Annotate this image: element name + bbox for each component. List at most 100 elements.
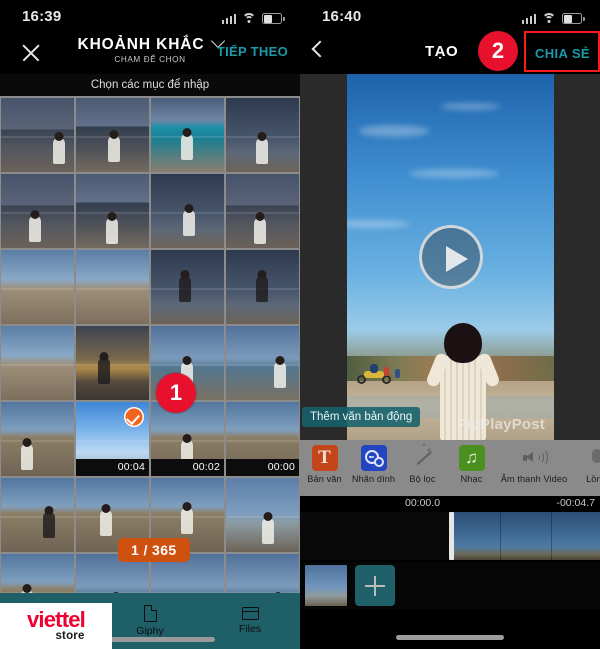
selection-hint: Chọn các mục để nhập	[0, 74, 300, 96]
photo-cell[interactable]	[226, 174, 299, 248]
photo-thumbnail	[76, 326, 149, 400]
battery-icon	[262, 13, 285, 24]
photo-thumbnail	[226, 554, 299, 593]
close-icon[interactable]	[18, 40, 44, 66]
tool-sticker[interactable]: Nhãn dính	[349, 440, 398, 484]
cellular-bars-icon	[221, 13, 236, 24]
photo-cell[interactable]	[1, 250, 74, 324]
viettel-brand-text: viettel	[27, 606, 86, 632]
horizon-line	[1, 364, 74, 367]
photo-subject	[262, 518, 274, 544]
tab-files[interactable]: Files	[200, 593, 300, 649]
horizon-line	[1, 288, 74, 291]
photo-cell-selected[interactable]: 00:04	[76, 402, 149, 476]
wifi-icon	[542, 13, 556, 24]
video-audio-icon	[521, 445, 548, 471]
folder-icon	[241, 607, 259, 620]
tool-text-label: Bản văn	[307, 474, 342, 484]
tool-music-label: Nhạc	[460, 474, 483, 484]
clip-thumbnail[interactable]	[305, 565, 347, 606]
step-marker-2: 2	[478, 31, 518, 71]
photo-cell[interactable]	[1, 554, 74, 593]
viettel-store-logo: viettel store	[0, 603, 112, 649]
left-phone-screen: 16:39 KHOẢNH KHẮC CHẠM ĐỂ CHỌN TIẾP THEO…	[0, 0, 300, 649]
photo-thumbnail	[76, 250, 149, 324]
photo-cell[interactable]	[226, 250, 299, 324]
photo-thumbnail	[1, 250, 74, 324]
photo-cell[interactable]	[151, 98, 224, 172]
tool-text[interactable]: Bản văn	[300, 440, 349, 484]
photo-cell[interactable]	[226, 326, 299, 400]
video-preview-stage: PicPlayPost Thêm văn bản động	[300, 74, 600, 440]
plus-icon[interactable]	[355, 565, 395, 606]
photo-subject	[183, 210, 195, 236]
photo-cell[interactable]	[76, 174, 149, 248]
photo-thumbnail	[1, 326, 74, 400]
photo-cell[interactable]: 00:02	[151, 402, 224, 476]
photo-duration-label: 00:00	[226, 459, 299, 476]
horizon-line	[76, 440, 149, 443]
share-button[interactable]: CHIA SẺ	[535, 46, 590, 61]
horizon-line	[76, 288, 149, 291]
timeline-filmstrip[interactable]	[450, 512, 600, 560]
photo-cell[interactable]	[1, 478, 74, 552]
photo-subject	[274, 362, 286, 388]
photo-subject	[43, 512, 55, 538]
left-status-bar: 16:39	[0, 0, 300, 34]
cellular-bars-icon	[521, 13, 536, 24]
horizon-line	[76, 516, 149, 519]
photo-subject	[100, 510, 112, 536]
playhead-handle-icon[interactable]	[449, 512, 454, 560]
photo-cell[interactable]	[1, 402, 74, 476]
tool-video-audio[interactable]: Âm thanh Video	[496, 440, 572, 484]
photo-subject	[179, 276, 191, 302]
play-circle-icon[interactable]	[418, 225, 483, 289]
photo-cell[interactable]	[151, 250, 224, 324]
photo-grid[interactable]: 00:04 00:02 00:00	[0, 96, 300, 593]
photo-cell[interactable]	[226, 554, 299, 593]
left-navigation-bar: KHOẢNH KHẮC CHẠM ĐỂ CHỌN TIẾP THEO	[0, 33, 300, 74]
photo-duration-label: 00:02	[151, 459, 224, 476]
status-icon-group	[221, 10, 285, 24]
horizon-line	[226, 364, 299, 367]
timeline-start-time: 00:00.0	[405, 497, 441, 509]
tool-voiceover-label: Lồng	[586, 474, 600, 484]
photo-subject	[21, 444, 33, 470]
tool-voiceover[interactable]: Lồng	[572, 440, 600, 484]
photo-cell[interactable]	[76, 250, 149, 324]
check-circle-icon	[124, 407, 144, 427]
photo-thumbnail	[226, 326, 299, 400]
tool-music[interactable]: Nhạc	[447, 440, 496, 484]
photo-cell[interactable]: 00:00	[226, 402, 299, 476]
next-button[interactable]: TIẾP THEO	[217, 44, 288, 59]
photo-cell[interactable]	[151, 174, 224, 248]
horizon-line	[226, 440, 299, 443]
tool-video-audio-label: Âm thanh Video	[500, 474, 568, 484]
photo-thumbnail	[1, 478, 74, 552]
photo-subject	[108, 136, 120, 162]
watermark-text: PicPlayPost	[456, 416, 545, 433]
photo-subject	[256, 138, 268, 164]
chevron-left-icon[interactable]	[311, 40, 329, 58]
photo-cell[interactable]	[76, 98, 149, 172]
video-preview[interactable]: PicPlayPost	[347, 74, 554, 440]
photo-cell[interactable]	[226, 98, 299, 172]
photo-duration-label: 00:04	[76, 459, 149, 476]
create-title: TẠO	[425, 43, 459, 60]
selection-count-badge: 1 / 365	[118, 538, 190, 562]
photo-subject	[53, 138, 65, 164]
photo-cell[interactable]	[226, 478, 299, 552]
photo-cell[interactable]	[1, 326, 74, 400]
tool-sticker-label: Nhãn dính	[351, 474, 396, 484]
photo-cell[interactable]	[76, 326, 149, 400]
add-animated-text-chip[interactable]: Thêm văn bản động	[302, 407, 421, 427]
photo-cell[interactable]	[1, 98, 74, 172]
file-icon	[143, 605, 157, 622]
photo-cell[interactable]	[1, 174, 74, 248]
timeline-ruler: 00:00.0 -00:04.7	[300, 496, 600, 512]
clip-tray	[300, 562, 600, 609]
tool-filter[interactable]: ✦ ✦ Bộ lọc	[398, 440, 447, 484]
step-marker-1: 1	[156, 373, 196, 413]
status-icon-group	[521, 10, 585, 24]
timeline-track[interactable]	[300, 512, 600, 560]
